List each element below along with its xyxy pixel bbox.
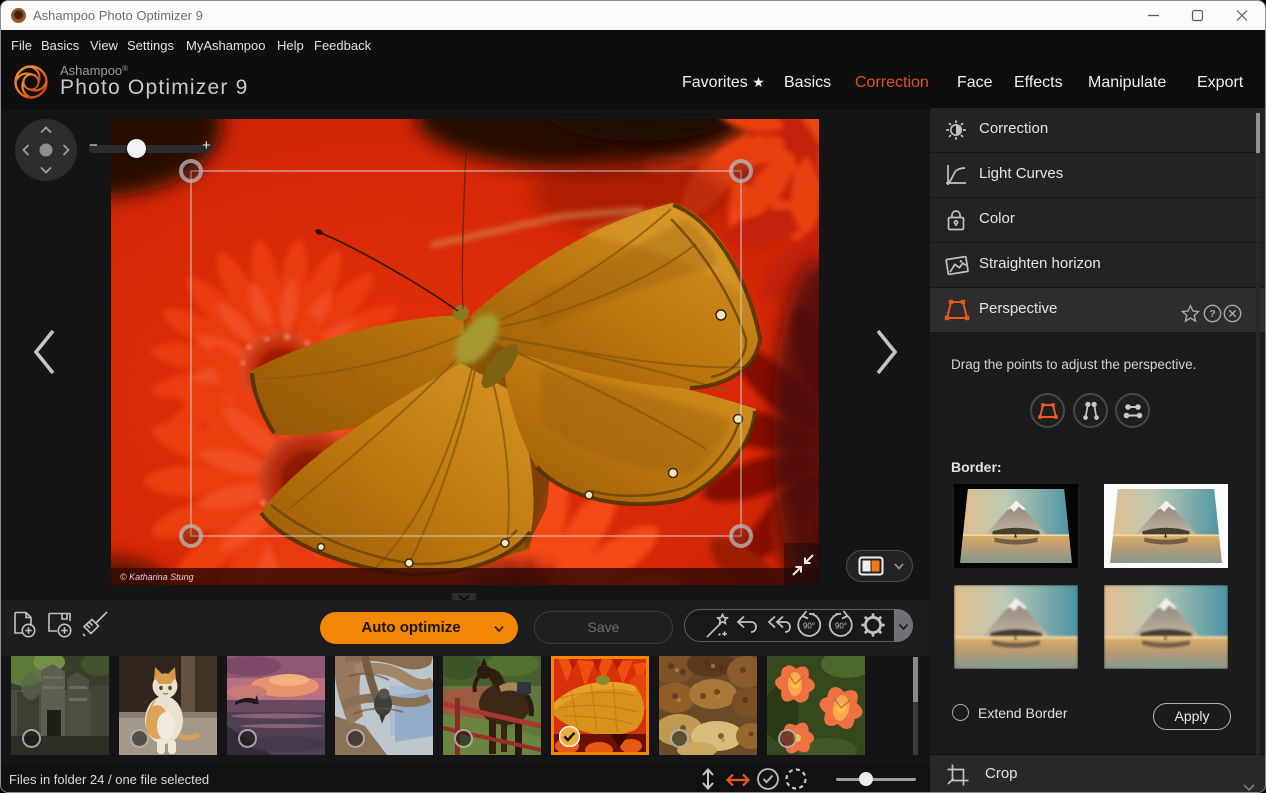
svg-text:© Katharina Stung: © Katharina Stung <box>120 572 194 582</box>
svg-text:90°: 90° <box>835 622 847 631</box>
svg-text:90°: 90° <box>803 622 815 631</box>
svg-text:?: ? <box>1209 308 1215 320</box>
